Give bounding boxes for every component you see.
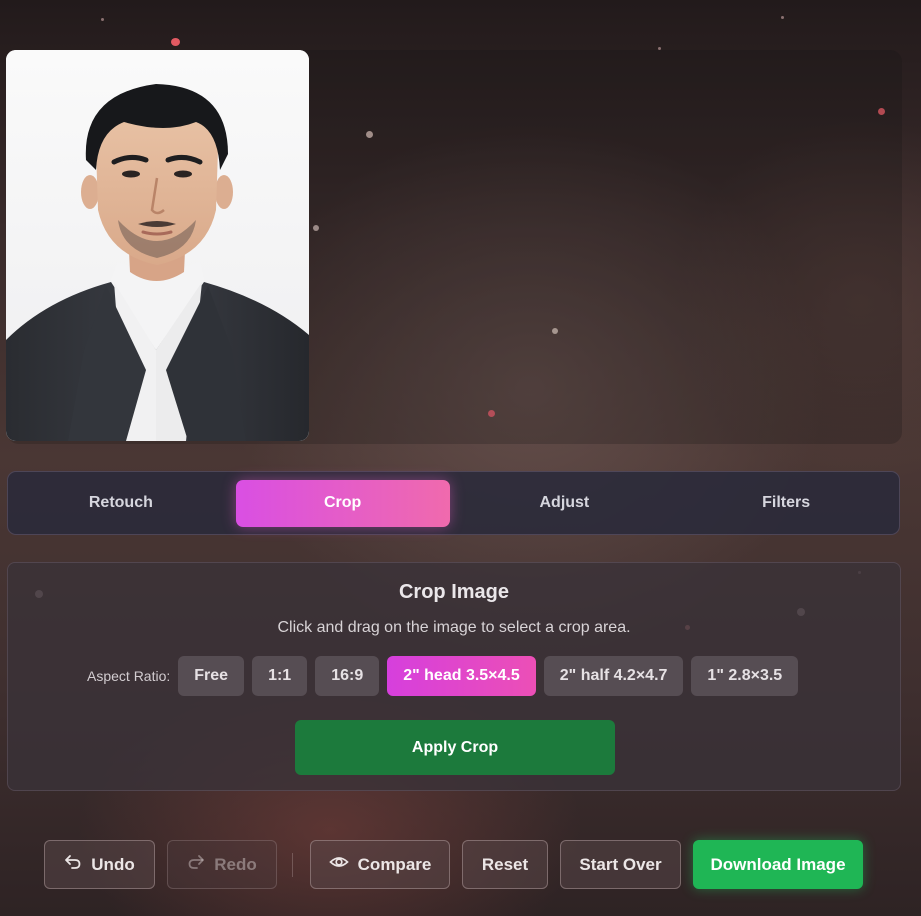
tab-filters[interactable]: Filters	[679, 480, 893, 527]
aspect-ratio-row: Aspect Ratio: Free 1:1 16:9 2" head 3.5×…	[87, 656, 799, 696]
aspect-ratio-label: Aspect Ratio:	[87, 668, 171, 684]
reset-label: Reset	[481, 854, 529, 874]
reset-button[interactable]: Reset	[462, 840, 548, 889]
ratio-16-9-button[interactable]: 16:9	[315, 656, 380, 696]
undo-label: Undo	[91, 854, 135, 874]
download-label: Download Image	[710, 854, 846, 874]
download-image-button[interactable]: Download Image	[693, 840, 863, 889]
tab-adjust[interactable]: Adjust	[458, 480, 672, 527]
crop-panel: Crop Image Click and drag on the image t…	[7, 562, 901, 791]
apply-crop-button[interactable]: Apply Crop	[295, 720, 615, 775]
eye-icon	[328, 854, 349, 875]
ratio-free-button[interactable]: Free	[178, 656, 245, 696]
crop-hint: Click and drag on the image to select a …	[277, 619, 631, 636]
crop-title: Crop Image	[398, 581, 510, 603]
ratio-1-1-button[interactable]: 1:1	[252, 656, 308, 696]
editor-tabs: Retouch Crop Adjust Filters	[7, 471, 900, 535]
start-over-label: Start Over	[579, 854, 662, 874]
redo-button[interactable]: Redo	[167, 840, 277, 889]
tab-crop[interactable]: Crop	[235, 479, 450, 527]
undo-button[interactable]: Undo	[44, 840, 155, 889]
particle	[101, 18, 104, 21]
start-over-button[interactable]: Start Over	[560, 840, 681, 889]
ratio-2in-half-button[interactable]: 2" half 4.2×4.7	[543, 656, 684, 696]
compare-label: Compare	[357, 854, 432, 874]
compare-button[interactable]: Compare	[310, 840, 450, 889]
portrait-photo[interactable]	[6, 50, 309, 441]
particle	[781, 16, 784, 19]
particle	[171, 38, 180, 46]
toolbar-divider	[292, 853, 293, 877]
ratio-1in-button[interactable]: 1" 2.8×3.5	[691, 656, 799, 696]
redo-icon	[187, 853, 205, 876]
ratio-2in-head-button[interactable]: 2" head 3.5×4.5	[387, 656, 536, 696]
redo-label: Redo	[214, 854, 257, 874]
undo-icon	[64, 853, 82, 876]
tab-retouch[interactable]: Retouch	[14, 480, 228, 527]
